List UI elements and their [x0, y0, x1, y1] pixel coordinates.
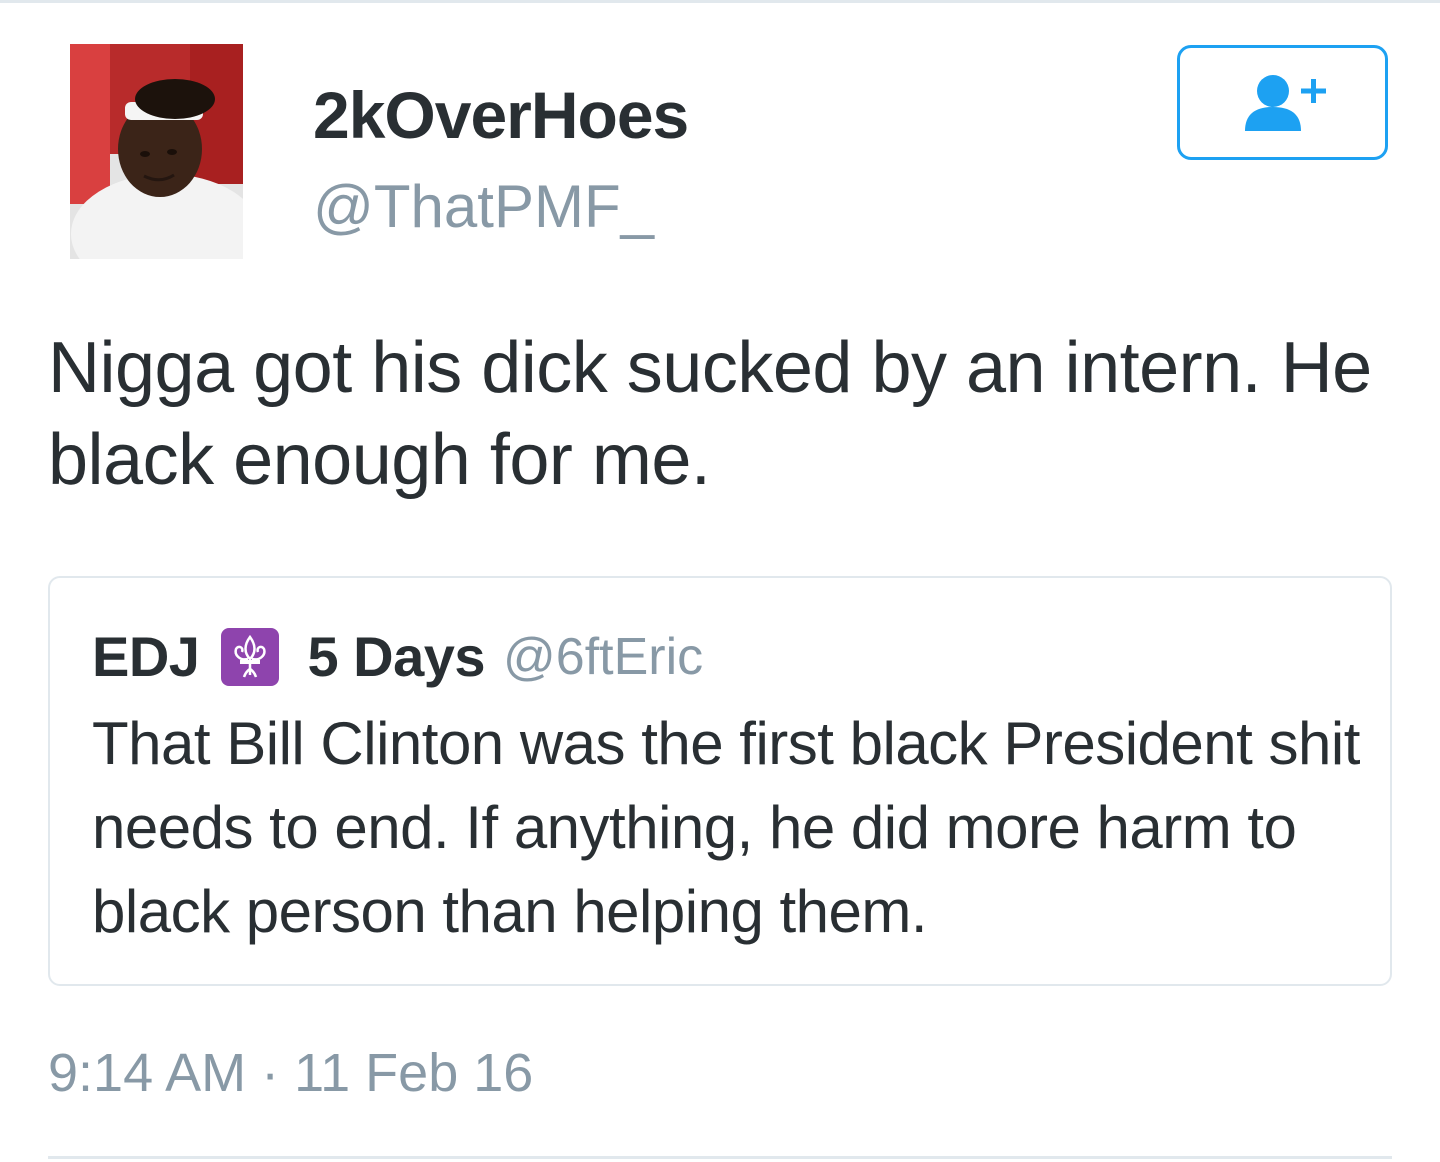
add-user-icon [1244, 74, 1326, 131]
quoted-tweet-card[interactable]: EDJ 5 Days @6ftEric That Bill Clinton wa… [48, 576, 1392, 986]
avatar-photo [70, 44, 243, 259]
quoted-tweet-header: EDJ 5 Days @6ftEric [92, 622, 703, 692]
quoted-tweet-text: That Bill Clinton was the first black Pr… [92, 710, 1360, 945]
quoted-author-handle: @6ftEric [503, 628, 704, 686]
quoted-author-name-suffix: 5 Days [307, 625, 486, 688]
avatar[interactable] [70, 44, 243, 259]
tweet-timestamp[interactable]: 9:14 AM · 11 Feb 16 [48, 1040, 533, 1106]
follow-button[interactable] [1177, 45, 1388, 160]
bottom-divider [48, 1156, 1392, 1159]
tweet-text: Nigga got his dick sucked by an intern. … [48, 328, 1372, 500]
quoted-author-name: EDJ [92, 625, 200, 688]
top-divider [0, 0, 1440, 3]
author-display-name[interactable]: 2kOverHoes [313, 78, 689, 152]
author-handle[interactable]: @ThatPMF_ [313, 172, 654, 242]
fleur-de-lis-icon [221, 628, 280, 686]
